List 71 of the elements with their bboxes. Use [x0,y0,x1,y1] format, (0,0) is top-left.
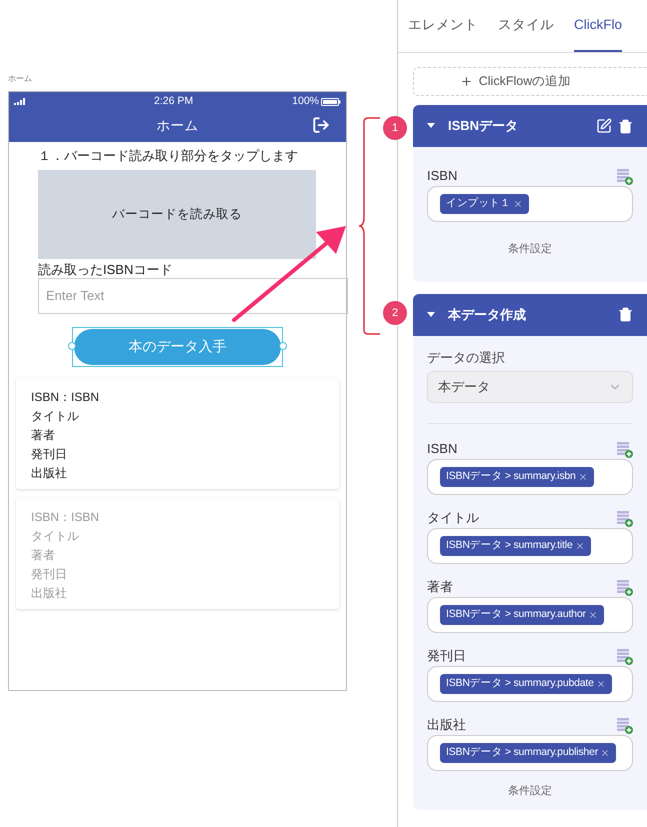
value-tag: インプット１ [440,194,529,214]
header-title: ホーム [156,117,198,136]
card-line: ISBN：ISBN [31,508,100,526]
flow-title: ISBNデータ [448,117,518,136]
field-label: ISBN [427,166,458,184]
resize-handle[interactable] [279,342,287,350]
card-line: 発刊日 [31,566,68,582]
add-mapping-icon[interactable] [617,649,633,665]
card-line: ISBN：ISBN [31,388,100,406]
value-tag: ISBNデータ > summary.publisher [440,743,616,763]
status-time: 2:26 PM [154,94,194,109]
mapping-field[interactable]: インプット１ [427,186,633,222]
remove-icon[interactable] [600,748,610,758]
value-tag: ISBNデータ > summary.pubdate [440,674,612,694]
flow-header[interactable]: ISBNデータ [413,105,647,147]
field-label: ISBN [427,440,458,458]
collapse-caret-icon[interactable] [427,312,435,318]
text-field[interactable]: Enter Text [38,278,348,314]
add-mapping-icon[interactable] [617,580,633,596]
field-label: 著者 [427,578,453,596]
resize-handle[interactable] [68,342,76,350]
card-line: 発刊日 [31,446,68,462]
select-label: データの選択 [427,348,506,366]
signal-icon [14,98,28,105]
field-label: 発刊日 [427,646,466,664]
flow-title: 本データ作成 [448,306,526,324]
field-label: 出版社 [427,716,466,734]
trash-icon[interactable] [618,307,633,322]
card-line: 著者 [31,546,56,564]
card-line: 出版社 [31,584,68,602]
mapping-field[interactable]: ISBNデータ > summary.publisher [427,735,633,771]
plus-icon [460,75,473,88]
value-tag: ISBNデータ > summary.author [440,605,604,625]
mapping-field[interactable]: ISBNデータ > summary.author [427,597,633,633]
logout-icon[interactable] [312,116,330,134]
remove-icon[interactable] [574,541,585,551]
add-mapping-icon[interactable] [617,442,633,458]
remove-icon[interactable] [596,679,606,689]
condition-link[interactable]: 条件設定 [508,783,552,800]
field-label: タイトル [427,508,479,526]
screen-label: ホーム [8,73,33,85]
panel-tab[interactable]: スタイル [498,0,554,52]
input-label: 読み取ったISBNコード [38,262,174,278]
panel-tab[interactable]: エレメント [408,0,478,52]
collapse-caret-icon[interactable] [427,123,435,129]
mapping-field[interactable]: ISBNデータ > summary.pubdate [427,666,633,702]
battery-percent: 100% [292,94,319,109]
remove-icon[interactable] [578,472,588,482]
add-mapping-icon[interactable] [617,169,633,185]
barcode-scan-area[interactable]: バーコードを読み取る [38,170,316,258]
mapping-field[interactable]: ISBNデータ > summary.title [427,528,633,564]
card-line: タイトル [31,528,80,544]
add-mapping-icon[interactable] [617,511,633,527]
flow-header[interactable]: 本データ作成 [413,294,647,336]
card-line: 出版社 [31,464,68,482]
condition-link[interactable]: 条件設定 [508,241,552,258]
remove-icon[interactable] [588,610,598,620]
data-select[interactable]: 本データ [427,371,633,403]
value-tag: ISBNデータ > summary.isbn [440,467,594,487]
edit-icon[interactable] [596,118,612,134]
battery-icon [321,98,341,106]
mapping-field[interactable]: ISBNデータ > summary.isbn [427,459,633,495]
panel-tab[interactable]: ClickFlo [574,0,622,52]
instruction-text: １．バーコード読み取り部分をタップします [38,147,299,165]
card-line: タイトル [31,408,80,424]
add-mapping-icon[interactable] [617,718,633,734]
value-tag: ISBNデータ > summary.title [440,536,591,556]
trash-icon[interactable] [618,118,633,134]
remove-icon[interactable] [512,199,523,209]
add-clickflow-button[interactable]: ClickFlowの追加 [413,67,647,96]
card-line: 著者 [31,426,56,444]
